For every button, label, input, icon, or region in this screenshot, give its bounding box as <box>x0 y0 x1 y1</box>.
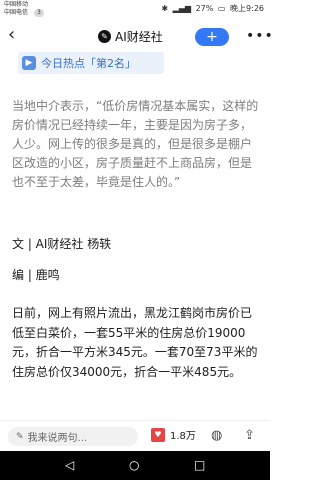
hot-topic-icon: ▶ <box>22 56 36 70</box>
notification-badge: 3 <box>34 9 44 17</box>
back-icon[interactable]: ‹ <box>8 25 15 45</box>
article-body: 日前，网上有照片流出，黑龙江鹤岗市房价已低至白菜价，一套55平米的住房总价190… <box>12 306 258 379</box>
article-quote: 当地中介表示，“低价房情况基本属实，这样的房价情况已经持续一年，主要是因为房子多… <box>12 99 259 189</box>
carrier-1: 中国移动 <box>4 1 29 8</box>
carrier-info: 中国移动 中国电信 3 <box>4 1 44 17</box>
status-icons: ✱ ▂▄▆ 27% ▭ 晚上9:26 <box>159 3 264 14</box>
comment-input[interactable]: ✎ 我来说两句... <box>8 427 138 446</box>
like-icon: ♥ <box>151 427 165 442</box>
more-icon[interactable]: ••• <box>246 28 274 44</box>
wechat-share-icon[interactable]: ◍ <box>211 428 222 443</box>
bluetooth-icon: ✱ <box>161 4 169 13</box>
comment-placeholder: 我来说两句... <box>27 433 88 444</box>
battery-icon: ▭ <box>217 4 226 13</box>
carrier-2: 中国电信 <box>4 9 29 16</box>
nav-back-icon[interactable]: ◁ <box>65 458 74 472</box>
app-bar: ‹ ✎ AI财经社 + ••• <box>0 19 273 53</box>
like-button[interactable]: ♥ 1.8万 <box>151 427 196 442</box>
pencil-icon: ✎ <box>16 431 24 442</box>
system-nav-bar: ◁ ○ □ <box>0 451 270 480</box>
like-count: 1.8万 <box>170 431 196 442</box>
article-byline: 文 | AI财经社 杨轶 <box>12 237 112 251</box>
article-editor: 编 | 鹿鸣 <box>12 268 60 282</box>
clock: 晚上9:26 <box>230 4 264 13</box>
publisher-brand[interactable]: ✎ AI财经社 <box>98 27 163 45</box>
publisher-logo-icon: ✎ <box>98 29 111 43</box>
publisher-name: AI财经社 <box>115 29 163 44</box>
signal-icon: ▂▄▆ <box>172 4 192 13</box>
battery-percent: 27% <box>195 4 214 13</box>
hot-topic-text: 今日热点「第2名」 <box>41 57 136 70</box>
share-icon[interactable]: ⇪ <box>244 428 255 443</box>
nav-recent-icon[interactable]: □ <box>194 458 205 472</box>
hot-topic-banner[interactable]: ▶ 今日热点「第2名」 <box>18 52 164 74</box>
follow-button[interactable]: + <box>195 28 229 46</box>
bottom-action-bar: ✎ 我来说两句... ♥ 1.8万 ◍ ⇪ <box>0 420 270 452</box>
nav-home-icon[interactable]: ○ <box>129 458 139 472</box>
status-bar: 中国移动 中国电信 3 ✱ ▂▄▆ 27% ▭ 晚上9:26 <box>0 0 270 19</box>
